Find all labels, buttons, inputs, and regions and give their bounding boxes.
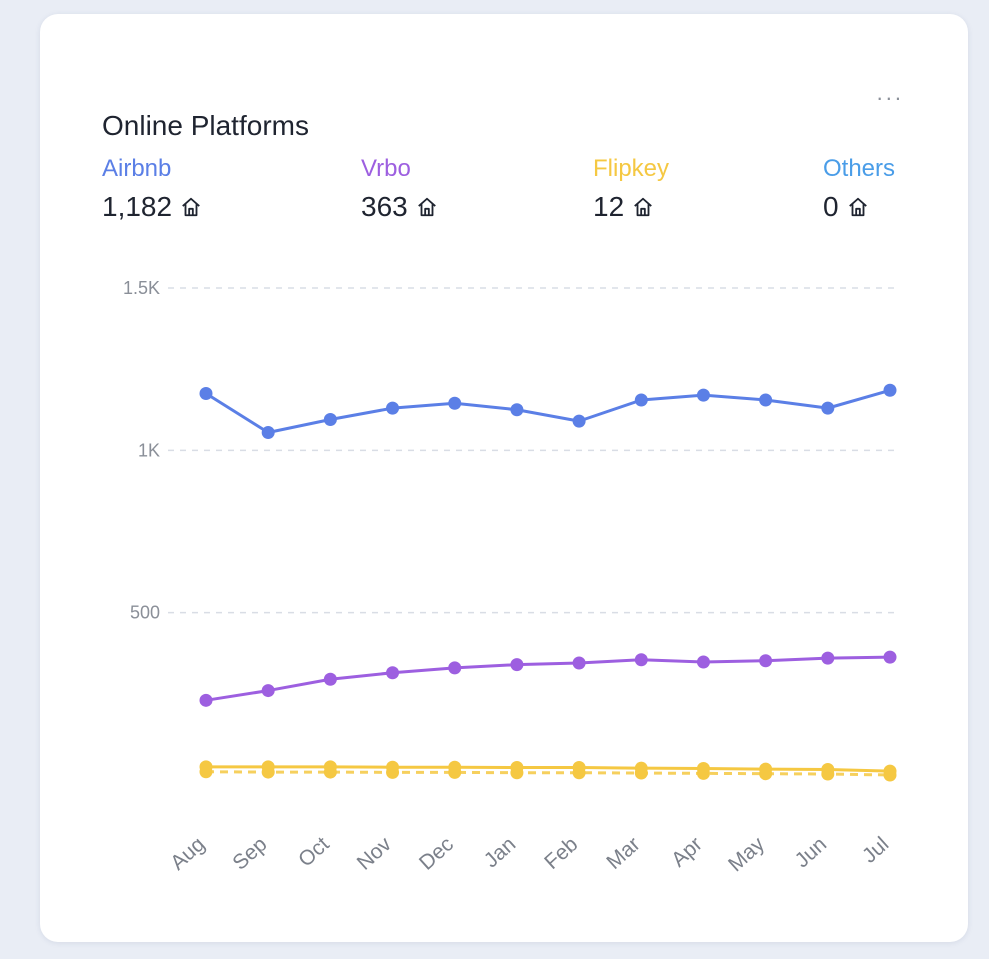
data-point-vrbo xyxy=(759,654,773,668)
x-tick-label: Dec xyxy=(415,833,458,875)
y-tick-label: 500 xyxy=(130,603,160,623)
line-chart: 500 1K 1.5K Aug Sep Oct Nov Dec Jan Feb Mar Apr May J… xyxy=(123,278,897,876)
data-point-flipkey xyxy=(510,761,524,775)
data-point-airbnb xyxy=(883,383,897,397)
data-point-airbnb xyxy=(448,396,462,410)
x-tick-label: Jun xyxy=(791,833,832,873)
x-tick-label: May xyxy=(724,832,769,876)
data-point-vrbo xyxy=(696,655,710,669)
y-tick-label: 1.5K xyxy=(123,278,160,298)
data-point-flipkey xyxy=(696,762,710,776)
data-point-vrbo xyxy=(510,658,524,672)
data-point-flipkey xyxy=(448,760,462,774)
data-point-airbnb xyxy=(323,412,337,426)
data-point-flipkey xyxy=(821,762,835,776)
x-tick-label: Jul xyxy=(858,833,893,868)
x-tick-label: Apr xyxy=(667,833,707,872)
x-tick-label: Aug xyxy=(166,833,209,875)
data-point-airbnb xyxy=(572,414,586,428)
series-line-others xyxy=(205,770,891,777)
data-point-vrbo xyxy=(572,656,586,670)
data-point-airbnb xyxy=(696,388,710,402)
data-point-vrbo xyxy=(386,666,400,680)
x-tick-label: Sep xyxy=(228,833,271,875)
data-point-flipkey xyxy=(883,764,897,778)
data-point-vrbo xyxy=(199,693,213,707)
x-tick-label: Nov xyxy=(353,832,397,874)
x-tick-label: Oct xyxy=(294,833,334,872)
data-point-vrbo xyxy=(323,672,337,686)
online-platforms-card: ... Online Platforms Airbnb 1,182 Vrbo 3… xyxy=(40,14,968,942)
data-point-airbnb xyxy=(759,393,773,407)
data-point-airbnb xyxy=(821,401,835,415)
data-point-flipkey xyxy=(634,761,648,775)
data-point-vrbo xyxy=(634,653,648,667)
data-point-flipkey xyxy=(261,760,275,774)
series-line-airbnb xyxy=(205,388,891,434)
series-line-vrbo xyxy=(205,655,891,702)
x-tick-label: Mar xyxy=(602,833,644,874)
data-point-airbnb xyxy=(261,425,275,439)
data-point-flipkey xyxy=(323,760,337,774)
x-tick-label: Feb xyxy=(540,833,582,874)
data-point-vrbo xyxy=(261,684,275,698)
y-tick-label: 1K xyxy=(138,440,160,460)
series-line-flipkey xyxy=(206,765,891,773)
data-point-vrbo xyxy=(448,661,462,675)
data-point-flipkey xyxy=(386,760,400,774)
data-point-airbnb xyxy=(634,393,648,407)
x-tick-label: Jan xyxy=(480,833,521,873)
data-point-airbnb xyxy=(199,387,213,401)
data-point-vrbo xyxy=(821,651,835,665)
data-point-airbnb xyxy=(510,403,524,417)
data-point-airbnb xyxy=(386,401,400,415)
data-point-flipkey xyxy=(759,762,773,776)
data-point-flipkey xyxy=(572,761,586,775)
data-point-flipkey xyxy=(199,760,213,774)
data-point-vrbo xyxy=(883,650,897,664)
